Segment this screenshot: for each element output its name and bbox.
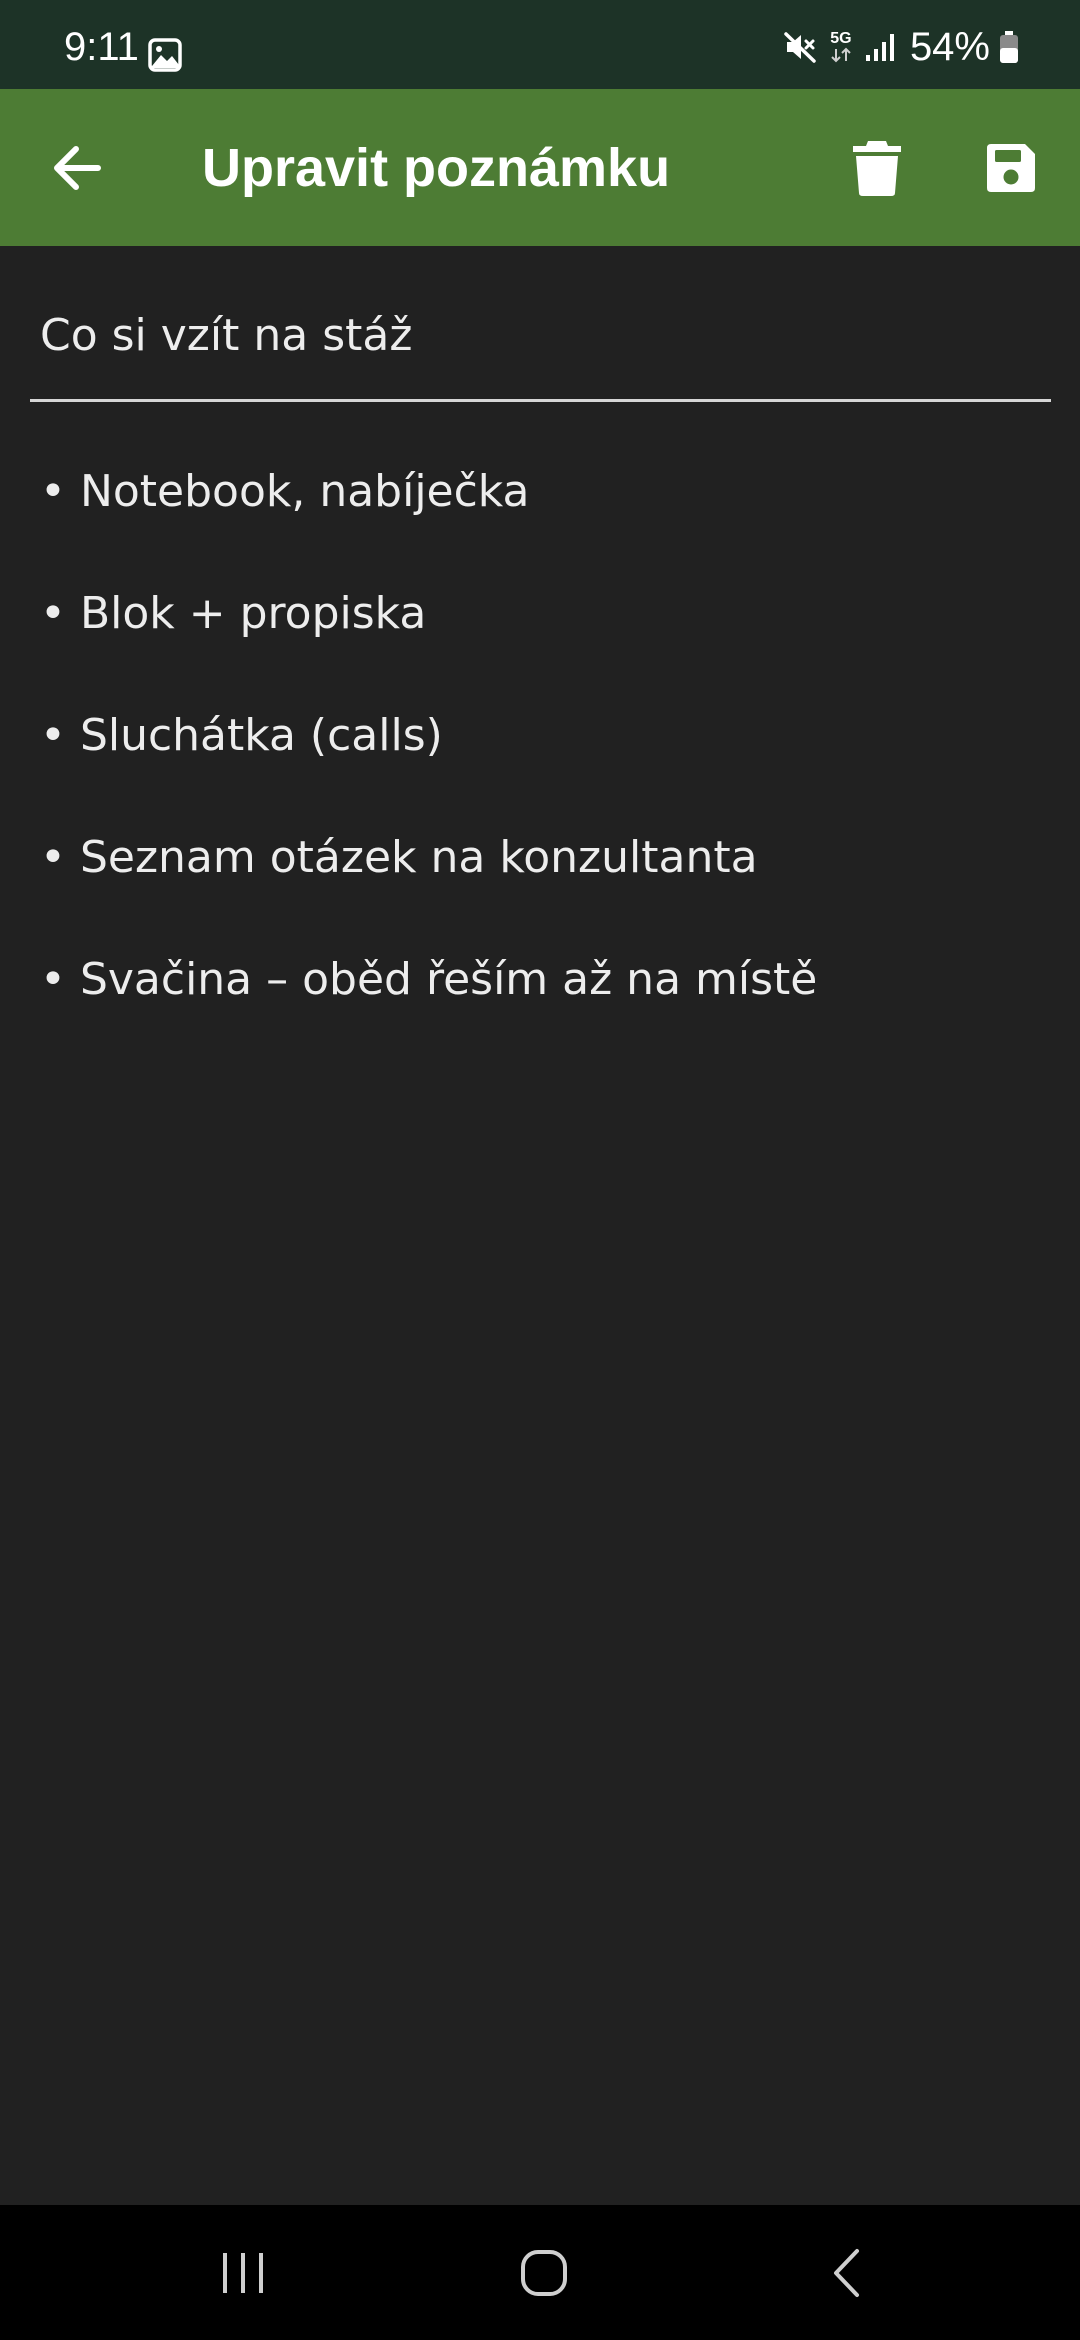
home-icon (521, 2249, 567, 2296)
save-button[interactable] (972, 129, 1050, 207)
status-bar: 9:11 5G 54% (0, 0, 1080, 89)
signal-icon (864, 31, 898, 63)
note-line: • Sluchátka (calls) (40, 710, 443, 761)
chevron-left-icon (834, 2248, 859, 2297)
recents-icon (223, 2252, 263, 2293)
network-5g-icon: 5G (826, 31, 856, 63)
home-button[interactable] (474, 2205, 614, 2340)
delete-button[interactable] (838, 129, 916, 207)
arrow-left-icon (54, 146, 101, 190)
note-line: • Seznam otázek na konzultanta (40, 832, 758, 883)
network-label: 5G (830, 30, 852, 47)
note-line: • Notebook, nabíječka (40, 466, 530, 517)
note-body-input[interactable]: • Notebook, nabíječka • Blok + propiska … (40, 462, 1040, 1072)
gallery-notification-icon (148, 38, 182, 72)
floppy-disk-icon (987, 144, 1035, 192)
trash-icon (853, 141, 901, 196)
battery-percent: 54% (909, 25, 990, 69)
status-time: 9:11 (64, 25, 139, 69)
status-icons: 5G 54% (782, 27, 1020, 67)
page-title: Upravit poznámku (202, 137, 671, 198)
app-toolbar: Upravit poznámku (0, 89, 1080, 246)
title-underline-divider (30, 399, 1051, 402)
system-nav-bar (0, 2205, 1080, 2340)
back-button[interactable] (38, 129, 116, 207)
note-line: • Blok + propiska (40, 588, 427, 639)
mute-icon (782, 29, 818, 65)
recent-apps-button[interactable] (173, 2205, 313, 2340)
battery-icon (998, 30, 1020, 64)
note-line: • Svačina – oběd řeším až na místě (40, 954, 818, 1005)
note-title-input[interactable]: Co si vzít na stáž (40, 306, 1040, 366)
system-back-button[interactable] (777, 2205, 917, 2340)
